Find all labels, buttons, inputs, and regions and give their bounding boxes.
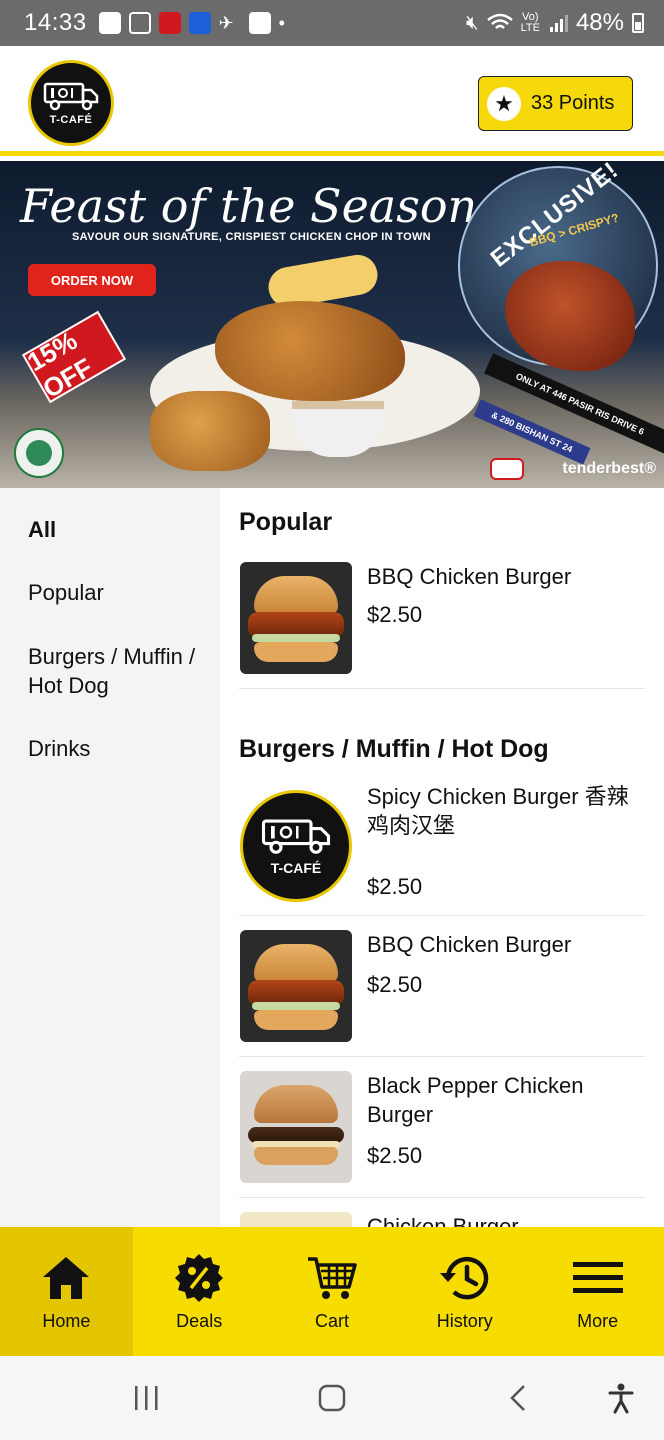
volte-icon: Vo) LTE bbox=[520, 11, 540, 34]
menu-item[interactable]: T-CAFÉ Spicy Chicken Burger 香辣鸡肉汉堡 $2.50 bbox=[239, 784, 645, 902]
section-title-popular: Popular bbox=[239, 508, 333, 536]
nav-label: Deals bbox=[176, 1311, 223, 1331]
app-notification-icon bbox=[188, 12, 211, 34]
burger-photo bbox=[240, 930, 352, 1042]
menu-item[interactable]: Black Pepper Chicken Burger $2.50 bbox=[239, 1071, 645, 1183]
nav-label: History bbox=[436, 1311, 493, 1331]
nav-label: Home bbox=[42, 1311, 91, 1331]
app-notification-icon bbox=[248, 12, 271, 34]
instagram-icon bbox=[128, 12, 151, 34]
category-popular[interactable]: Popular bbox=[28, 578, 208, 607]
home-system-button[interactable] bbox=[316, 1382, 348, 1414]
points-button[interactable]: ★ 33 Points bbox=[478, 76, 633, 131]
nav-more[interactable]: More bbox=[531, 1227, 664, 1356]
chicken-chop-image bbox=[215, 301, 405, 401]
brand-badge-icon bbox=[490, 458, 524, 480]
points-label: 33 Points bbox=[531, 92, 615, 114]
burger-photo bbox=[240, 1212, 352, 1227]
status-bar: 14:33 ✈ • 🔇︎ Vo) LTE 48% bbox=[0, 0, 664, 46]
home-square-icon bbox=[318, 1384, 346, 1412]
nav-deals[interactable]: Deals bbox=[133, 1227, 266, 1356]
more-notifications-dot: • bbox=[278, 12, 285, 33]
accessibility-icon bbox=[608, 1383, 634, 1414]
item-price: $2.50 bbox=[367, 1143, 423, 1168]
item-name: Spicy Chicken Burger 香辣鸡肉汉堡 bbox=[367, 784, 629, 838]
item-price: $2.50 bbox=[367, 972, 423, 997]
divider bbox=[239, 1197, 645, 1198]
category-drinks[interactable]: Drinks bbox=[28, 734, 208, 763]
history-icon bbox=[439, 1256, 488, 1300]
food-truck-icon bbox=[43, 82, 99, 111]
divider bbox=[239, 688, 645, 689]
menu-item[interactable]: BBQ Chicken Burger $2.50 bbox=[239, 562, 645, 674]
back-chevron-icon bbox=[510, 1385, 525, 1411]
battery-percent: 48% bbox=[575, 9, 624, 36]
bird-icon: ✈ bbox=[218, 13, 234, 33]
nav-label: More bbox=[577, 1311, 619, 1331]
category-burgers[interactable]: Burgers / Muffin / Hot Dog bbox=[28, 642, 208, 700]
brand-label: tenderbest® bbox=[562, 460, 656, 477]
item-name: BBQ Chicken Burger bbox=[367, 564, 572, 589]
discount-tag: 15% OFF bbox=[21, 310, 127, 404]
home-icon bbox=[43, 1257, 90, 1299]
tcafe-logo-thumb: T-CAFÉ bbox=[240, 790, 352, 902]
chicken-wings-image bbox=[150, 391, 270, 471]
menu-icon bbox=[572, 1262, 623, 1293]
halal-logo bbox=[14, 428, 64, 478]
app-header: T-CAFÉ ★ 33 Points bbox=[0, 46, 664, 156]
star-icon: ★ bbox=[487, 86, 521, 121]
system-nav-bar bbox=[0, 1356, 664, 1440]
nav-cart[interactable]: Cart bbox=[266, 1227, 399, 1356]
recent-apps-button[interactable] bbox=[130, 1382, 162, 1414]
system-icons: 🔇︎ Vo) LTE 48% bbox=[466, 9, 644, 37]
bottom-nav: Home Deals Cart History More bbox=[0, 1227, 664, 1356]
wifi-icon bbox=[486, 13, 513, 29]
back-button[interactable] bbox=[504, 1382, 532, 1414]
divider bbox=[239, 915, 645, 916]
notification-icons: ✈ • bbox=[98, 12, 285, 34]
item-price: $2.50 bbox=[367, 602, 423, 627]
logo-label: T-CAFÉ bbox=[49, 114, 93, 126]
nav-home[interactable]: Home bbox=[0, 1227, 133, 1356]
category-all[interactable]: All bbox=[28, 515, 208, 544]
battery-icon bbox=[632, 13, 644, 33]
cart-icon bbox=[307, 1257, 357, 1299]
item-name: Chicken Burger bbox=[367, 1214, 519, 1227]
burger-photo bbox=[240, 562, 352, 674]
menu-list[interactable]: Popular BBQ Chicken Burger $2.50 Burgers… bbox=[220, 488, 664, 1227]
item-price: $2.50 bbox=[367, 874, 423, 899]
food-truck-icon bbox=[261, 819, 331, 854]
promo-banner[interactable]: Feast of the Season Set SAVOUR OUR SIGNA… bbox=[0, 161, 664, 488]
menu-item[interactable]: Chicken Burger bbox=[239, 1212, 645, 1227]
black-pepper-burger-photo bbox=[240, 1071, 352, 1183]
nav-label: Cart bbox=[314, 1311, 349, 1331]
status-time: 14:33 bbox=[24, 9, 87, 36]
logo-label: T-CAFÉ bbox=[270, 860, 322, 876]
percent-badge-icon bbox=[175, 1254, 224, 1302]
accessibility-button[interactable] bbox=[604, 1382, 638, 1414]
order-now-button[interactable]: ORDER NOW bbox=[28, 264, 156, 296]
app-notification-icon bbox=[158, 12, 181, 34]
banner-subtitle: SAVOUR OUR SIGNATURE, CRISPIEST CHICKEN … bbox=[72, 231, 431, 243]
section-title-burgers: Burgers / Muffin / Hot Dog bbox=[239, 735, 549, 763]
signal-icon bbox=[549, 15, 568, 32]
mute-icon: 🔇︎ bbox=[465, 11, 479, 34]
item-name: Black Pepper Chicken Burger bbox=[367, 1073, 584, 1127]
category-sidebar: All Popular Burgers / Muffin / Hot Dog D… bbox=[0, 488, 220, 1227]
recent-apps-icon bbox=[135, 1386, 158, 1410]
youtube-icon bbox=[98, 12, 121, 34]
nav-history[interactable]: History bbox=[398, 1227, 531, 1356]
divider bbox=[239, 1056, 645, 1057]
tcafe-logo[interactable]: T-CAFÉ bbox=[28, 60, 114, 146]
menu-item[interactable]: BBQ Chicken Burger $2.50 bbox=[239, 930, 645, 1042]
item-name: BBQ Chicken Burger bbox=[367, 932, 572, 957]
